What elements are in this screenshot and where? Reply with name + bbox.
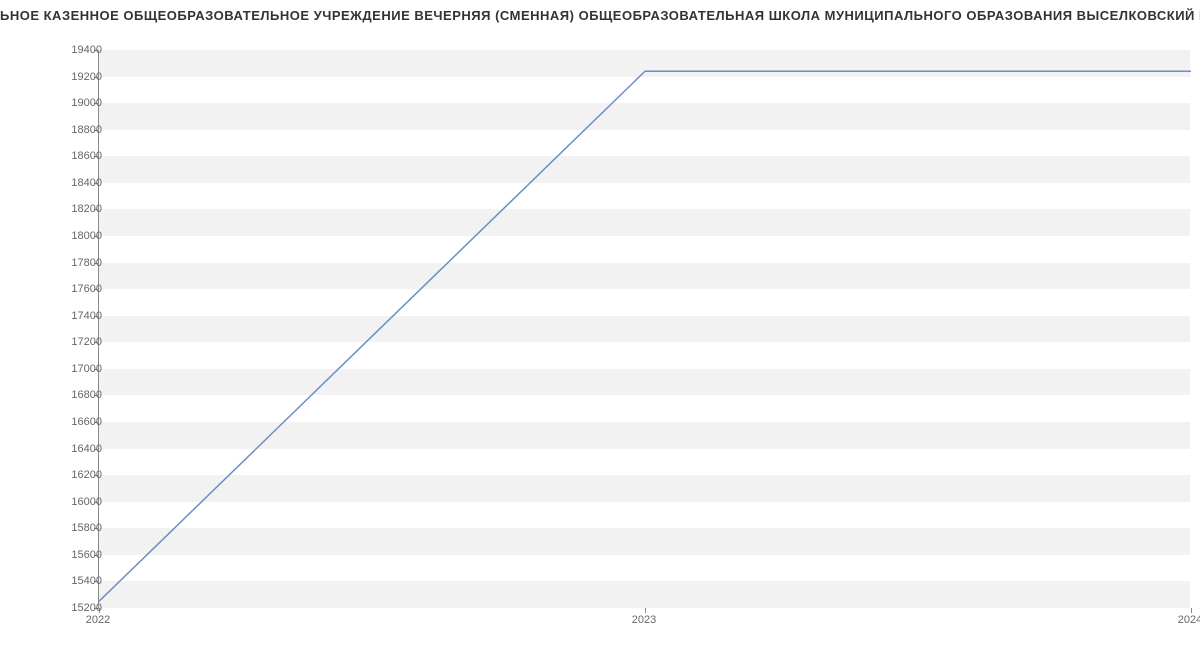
x-tick-mark — [1191, 608, 1192, 613]
y-tick-label: 15600 — [71, 549, 102, 561]
y-tick-label: 18800 — [71, 124, 102, 136]
y-tick-label: 17200 — [71, 336, 102, 348]
y-tick-label: 18000 — [71, 230, 102, 242]
y-tick-label: 19000 — [71, 97, 102, 109]
y-tick-label: 16200 — [71, 469, 102, 481]
x-tick-mark — [645, 608, 646, 613]
x-tick-label: 2023 — [632, 614, 656, 626]
y-tick-label: 18200 — [71, 203, 102, 215]
grid-band — [99, 475, 1190, 502]
grid-band — [99, 263, 1190, 290]
y-tick-label: 15200 — [71, 602, 102, 614]
grid-band — [99, 50, 1190, 77]
grid-band — [99, 316, 1190, 343]
y-tick-label: 18400 — [71, 177, 102, 189]
y-tick-label: 19400 — [71, 44, 102, 56]
grid-band — [99, 103, 1190, 130]
y-tick-label: 15800 — [71, 522, 102, 534]
y-tick-label: 17600 — [71, 283, 102, 295]
y-tick-label: 16800 — [71, 389, 102, 401]
grid-band — [99, 209, 1190, 236]
x-tick-label: 2022 — [86, 614, 110, 626]
grid-band — [99, 528, 1190, 555]
chart-title: ЬНОЕ КАЗЕННОЕ ОБЩЕОБРАЗОВАТЕЛЬНОЕ УЧРЕЖД… — [0, 8, 1200, 23]
grid-band — [99, 369, 1190, 396]
y-tick-label: 16600 — [71, 416, 102, 428]
x-tick-label: 2024 — [1178, 614, 1200, 626]
y-tick-label: 18600 — [71, 150, 102, 162]
plot-area — [98, 50, 1190, 608]
grid-band — [99, 422, 1190, 449]
y-tick-label: 17400 — [71, 310, 102, 322]
y-tick-label: 16400 — [71, 443, 102, 455]
y-tick-label: 19200 — [71, 71, 102, 83]
grid-band — [99, 156, 1190, 183]
y-tick-label: 15400 — [71, 575, 102, 587]
grid-band — [99, 581, 1190, 608]
y-tick-label: 16000 — [71, 496, 102, 508]
y-tick-label: 17000 — [71, 363, 102, 375]
chart-container — [98, 50, 1190, 608]
y-tick-label: 17800 — [71, 257, 102, 269]
